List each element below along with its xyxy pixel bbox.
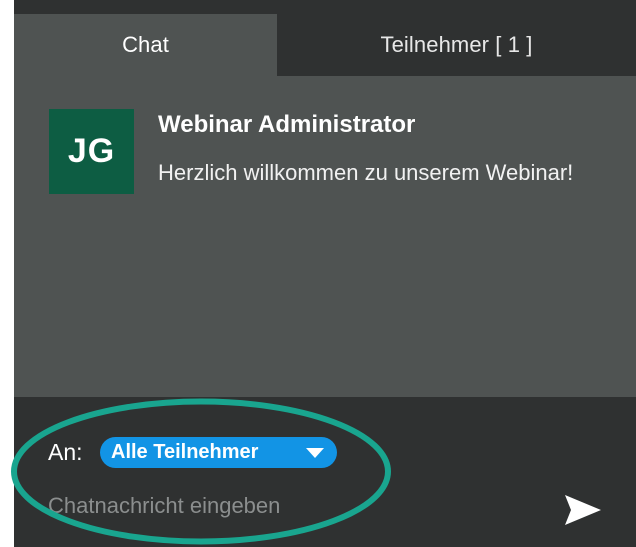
recipient-value: Alle Teilnehmer [111,441,259,463]
tab-chat[interactable]: Chat [14,14,277,76]
chat-screenshot: Chat Teilnehmer [ 1 ] JG Webinar Adminis… [0,0,636,547]
message-text: Herzlich willkommen zu unserem Webinar! [158,160,574,185]
chat-panel: Chat Teilnehmer [ 1 ] JG Webinar Adminis… [14,14,636,547]
tab-participants[interactable]: Teilnehmer [ 1 ] [277,14,636,76]
chat-message: JG Webinar Administrator Herzlich willko… [49,109,609,229]
chat-message-input[interactable] [48,485,518,527]
recipient-dropdown[interactable]: Alle Teilnehmer [100,437,337,468]
message-composer: An: Alle Teilnehmer [14,397,636,547]
sender-name: Webinar Administrator [158,111,416,138]
chevron-down-icon [306,448,324,458]
recipient-label: An: [48,439,83,465]
sender-avatar: JG [49,109,134,194]
top-strip [14,0,636,14]
tab-bar: Chat Teilnehmer [ 1 ] [14,14,636,76]
send-icon[interactable] [563,493,603,527]
